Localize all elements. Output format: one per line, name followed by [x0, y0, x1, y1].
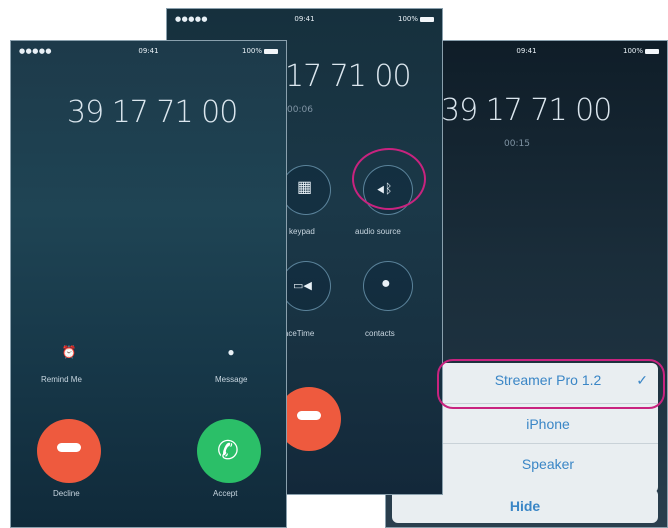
status-bar: ●●●●● 09:41 100%	[11, 41, 286, 59]
keypad-button[interactable]: ▦	[281, 165, 331, 215]
audio-source-highlight	[352, 148, 426, 210]
decline-button[interactable]	[37, 419, 101, 483]
call-duration: 00:06	[287, 105, 313, 115]
facetime-icon: ▭◀	[293, 280, 312, 292]
accept-button[interactable]: ✆	[197, 419, 261, 483]
contacts-button[interactable]: ●	[363, 261, 413, 311]
caller-number: 39 17 71 00	[67, 95, 238, 130]
keypad-icon: ▦	[297, 179, 313, 196]
call-number: 39 17 71 00	[441, 93, 612, 128]
divider	[438, 443, 658, 444]
audio-source-label: audio source	[355, 227, 401, 236]
call-number: 17 71 00	[285, 59, 412, 94]
message-icon[interactable]: ●	[221, 345, 241, 359]
contacts-label: contacts	[365, 329, 395, 338]
message-label[interactable]: Message	[215, 375, 247, 384]
phone-hangup-icon	[297, 411, 321, 420]
decline-label: Decline	[53, 489, 80, 498]
keypad-label: keypad	[289, 227, 315, 236]
alarm-icon[interactable]: ⏰	[59, 345, 79, 359]
facetime-button[interactable]: ▭◀	[281, 261, 331, 311]
option-speaker[interactable]: Speaker	[438, 447, 658, 481]
phone-hangup-icon	[57, 443, 81, 452]
status-battery: 100%	[398, 15, 434, 23]
selected-option-highlight	[437, 359, 665, 409]
person-icon: ●	[381, 275, 391, 292]
incoming-call-screen: ●●●●● 09:41 100% 39 17 71 00 ⏰ Remind Me…	[10, 40, 287, 528]
call-duration: 00:15	[504, 139, 530, 149]
option-iphone[interactable]: iPhone	[438, 407, 658, 441]
status-battery: 100%	[623, 47, 659, 55]
accept-label: Accept	[213, 489, 238, 498]
status-bar: ●●●●● 09:41 100%	[167, 9, 442, 27]
status-battery: 100%	[242, 47, 278, 55]
phone-icon: ✆	[217, 435, 239, 465]
remind-me-label[interactable]: Remind Me	[41, 375, 82, 384]
